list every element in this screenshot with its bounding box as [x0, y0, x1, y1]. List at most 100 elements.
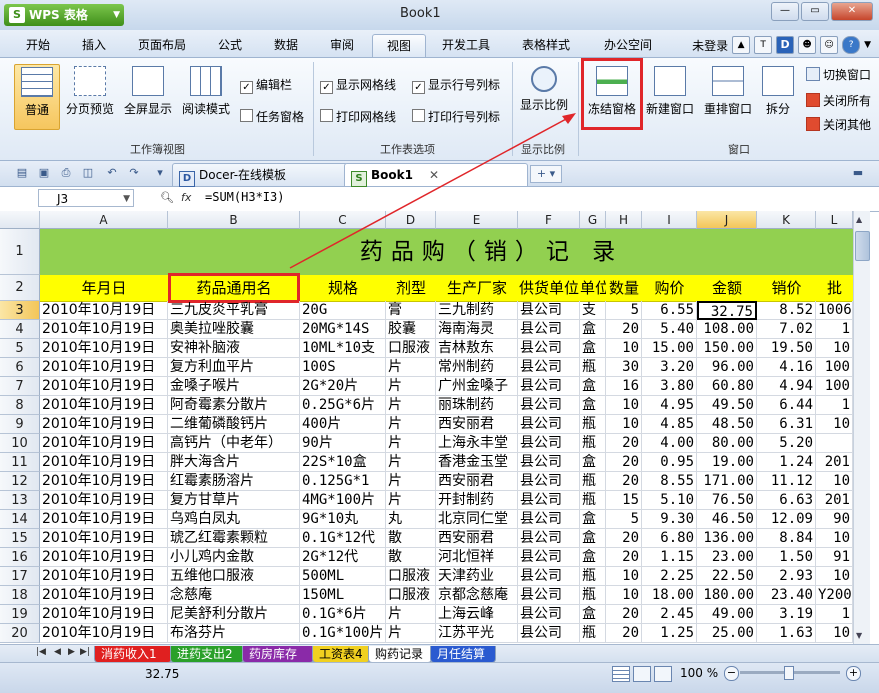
column-header-b[interactable]: B [168, 211, 300, 229]
table-cell[interactable]: 4.16 [757, 358, 816, 377]
table-cell[interactable]: 片 [386, 434, 436, 453]
zoom-slider-knob[interactable] [784, 666, 794, 680]
column-header-g[interactable]: G [580, 211, 606, 229]
edit-bar-checkbox[interactable]: ✓ 编辑栏 [240, 76, 292, 94]
table-cell[interactable]: 县公司 [518, 624, 580, 643]
column-header-j[interactable]: J [697, 211, 757, 229]
community-icon[interactable]: ☻ [798, 36, 817, 54]
table-cell[interactable]: 县公司 [518, 586, 580, 605]
row-header[interactable]: 11 [0, 453, 40, 472]
table-cell[interactable]: 10 [606, 396, 642, 415]
table-cell[interactable]: 盒 [580, 396, 606, 415]
table-cell[interactable]: 20 [606, 434, 642, 453]
print-gridlines-checkbox[interactable]: 打印网格线 [320, 108, 396, 125]
formula-input[interactable]: =SUM(H3*I3) [205, 190, 284, 204]
table-cell[interactable]: 8.55 [642, 472, 697, 491]
table-cell[interactable]: 香港金玉堂 [436, 453, 518, 472]
people-icon[interactable]: ☺ [820, 36, 839, 54]
table-cell[interactable]: 2010年10月19日 [40, 548, 168, 567]
table-cell[interactable]: 500ML [300, 567, 386, 586]
table-cell[interactable]: 0.25G*6片 [300, 396, 386, 415]
row-header[interactable]: 4 [0, 320, 40, 339]
table-cell[interactable]: 10 [606, 339, 642, 358]
help-icon[interactable]: ? [842, 36, 861, 54]
table-cell[interactable]: 0.1G*12代 [300, 529, 386, 548]
column-header-c[interactable]: C [300, 211, 386, 229]
table-cell[interactable]: 4.00 [642, 434, 697, 453]
column-title[interactable]: 单位 [580, 275, 606, 301]
table-cell[interactable]: 上海云峰 [436, 605, 518, 624]
doc-tab-docer[interactable]: D Docer-在线模板 [172, 163, 348, 187]
column-header-d[interactable]: D [386, 211, 436, 229]
table-cell[interactable]: 县公司 [518, 415, 580, 434]
row-header[interactable]: 1 [0, 229, 40, 275]
row-header[interactable]: 2 [0, 275, 40, 301]
table-cell[interactable]: 0.125G*1 [300, 472, 386, 491]
table-cell[interactable]: 10 [816, 415, 853, 434]
find-icon[interactable]: 🔍︎ [160, 191, 174, 204]
table-cell[interactable]: 县公司 [518, 548, 580, 567]
table-cell[interactable]: 100 [816, 358, 853, 377]
table-cell[interactable]: 盒 [580, 605, 606, 624]
table-cell[interactable]: 400片 [300, 415, 386, 434]
table-cell[interactable]: 10 [606, 415, 642, 434]
table-cell[interactable]: 9G*10丸 [300, 510, 386, 529]
table-cell[interactable]: 县公司 [518, 605, 580, 624]
table-cell[interactable]: 口服液 [386, 567, 436, 586]
table-cell[interactable]: 开封制药 [436, 491, 518, 510]
table-cell[interactable]: 琥乙红霉素颗粒 [168, 529, 300, 548]
table-cell[interactable]: 20G [300, 301, 386, 320]
row-header[interactable]: 9 [0, 415, 40, 434]
page-break-preview-button[interactable]: 分页预览 [62, 64, 118, 124]
column-title[interactable]: 数量 [606, 275, 642, 301]
column-title[interactable]: 批 [816, 275, 853, 301]
row-header[interactable]: 16 [0, 548, 40, 567]
table-cell[interactable]: 2010年10月19日 [40, 567, 168, 586]
zoom-button[interactable]: 显示比例 [516, 64, 572, 124]
table-cell[interactable]: 三九制药 [436, 301, 518, 320]
table-cell[interactable]: 1.25 [642, 624, 697, 643]
table-cell[interactable]: 盒 [580, 339, 606, 358]
column-title[interactable]: 剂型 [386, 275, 436, 301]
table-cell[interactable]: 片 [386, 624, 436, 643]
table-cell[interactable]: 150.00 [697, 339, 757, 358]
table-cell[interactable]: 复方利血平片 [168, 358, 300, 377]
table-cell[interactable]: 11.12 [757, 472, 816, 491]
table-cell[interactable]: 6.63 [757, 491, 816, 510]
customize-toolbar-icon[interactable]: ▾ [152, 165, 168, 181]
table-cell[interactable]: 4MG*100片 [300, 491, 386, 510]
doc-tab-book1[interactable]: S Book1 ✕ [344, 163, 528, 187]
table-cell[interactable]: 口服液 [386, 586, 436, 605]
table-cell[interactable]: 二维葡磷酸钙片 [168, 415, 300, 434]
table-cell[interactable]: 盒 [580, 529, 606, 548]
split-button[interactable]: 拆分 [756, 64, 800, 124]
table-cell[interactable]: 90片 [300, 434, 386, 453]
table-cell[interactable]: 瓶 [580, 415, 606, 434]
scroll-thumb[interactable] [855, 231, 870, 261]
table-cell[interactable]: 海南海灵 [436, 320, 518, 339]
table-cell[interactable]: 10 [606, 567, 642, 586]
table-cell[interactable]: 30 [606, 358, 642, 377]
table-cell[interactable]: 150ML [300, 586, 386, 605]
table-cell[interactable]: 22.50 [697, 567, 757, 586]
table-cell[interactable]: 6.44 [757, 396, 816, 415]
table-cell[interactable]: 胖大海含片 [168, 453, 300, 472]
tab-data[interactable]: 数据 [262, 34, 310, 56]
close-all-button[interactable]: 关闭所有 [806, 92, 871, 109]
table-cell[interactable]: 瓶 [580, 586, 606, 605]
table-cell[interactable]: 阿奇霉素分散片 [168, 396, 300, 415]
table-cell[interactable]: 县公司 [518, 377, 580, 396]
table-cell[interactable]: 散 [386, 548, 436, 567]
column-title[interactable]: 规格 [300, 275, 386, 301]
table-cell[interactable]: 吉林敖东 [436, 339, 518, 358]
table-cell[interactable]: 高钙片（中老年） [168, 434, 300, 453]
save-icon[interactable]: ▣ [36, 165, 52, 181]
table-cell[interactable]: 1.50 [757, 548, 816, 567]
row-header[interactable]: 5 [0, 339, 40, 358]
maximize-button[interactable]: ▭ [801, 2, 829, 21]
table-cell[interactable]: 100S [300, 358, 386, 377]
table-cell[interactable]: 10 [816, 339, 853, 358]
table-cell[interactable]: 0.1G*100片 [300, 624, 386, 643]
row-header[interactable]: 18 [0, 586, 40, 605]
task-pane-checkbox[interactable]: 任务窗格 [240, 108, 304, 125]
